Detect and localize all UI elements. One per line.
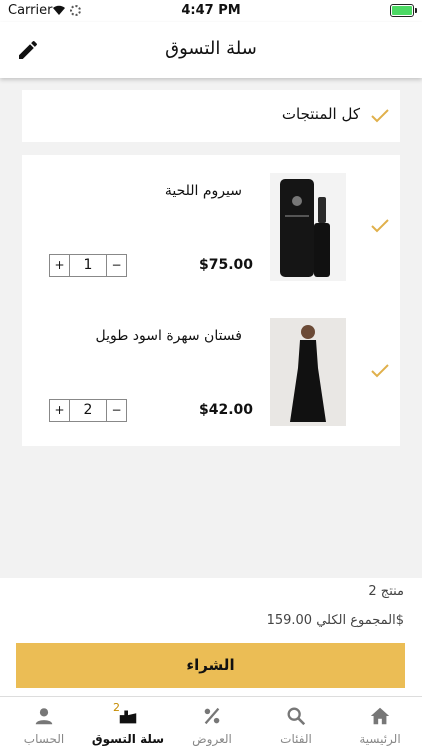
product-image-beard-serum[interactable] [270, 173, 346, 281]
select-all-row[interactable]: كل المنتجات [22, 90, 400, 142]
tab-offers[interactable]: العروض [170, 697, 254, 750]
checkout-button[interactable]: الشراء [16, 643, 405, 688]
product-image-evening-dress[interactable] [270, 318, 346, 426]
increase-quantity-button[interactable]: + [50, 255, 69, 276]
home-icon [370, 707, 390, 725]
check-icon[interactable] [370, 108, 390, 124]
decrease-quantity-button[interactable]: − [107, 400, 126, 421]
product-price: $75.00 [199, 257, 254, 273]
check-icon[interactable] [370, 218, 390, 234]
quantity-stepper: + 2 − [49, 399, 127, 422]
increase-quantity-button[interactable]: + [50, 400, 69, 421]
tab-home[interactable]: الرئيسية [338, 697, 422, 750]
tab-categories[interactable]: الفئات [254, 697, 338, 750]
page-title: سلة التسوق [165, 38, 257, 59]
status-time: 4:47 PM [181, 3, 241, 18]
cart-icon [119, 710, 137, 724]
select-all-label: كل المنتجات [281, 105, 360, 123]
cart-item: فستان سهرة اسود طويل $42.00 + 2 − [22, 300, 400, 440]
item-count: 2 منتج [368, 584, 404, 599]
decrease-quantity-button[interactable]: − [107, 255, 126, 276]
tab-bar: الرئيسية الفئات العروض 2 سلة التسوق الحس… [0, 696, 422, 750]
tab-label: الحساب [23, 732, 65, 746]
percent-icon [204, 707, 220, 725]
search-icon [287, 707, 306, 726]
total-price: المجموع الكلي 159.00$ [266, 613, 404, 628]
tab-label: العروض [192, 732, 232, 746]
tab-cart[interactable]: 2 سلة التسوق [86, 697, 170, 750]
battery-icon [390, 4, 417, 17]
status-bar: Carrier 4:47 PM [0, 0, 422, 22]
product-name: سيروم اللحية [164, 183, 242, 199]
user-icon [35, 708, 53, 725]
cart-badge: 2 [113, 701, 120, 714]
tab-label: الرئيسية [359, 732, 401, 746]
cart-item: سيروم اللحية $75.00 + 1 − [22, 155, 400, 295]
product-name: فستان سهرة اسود طويل [95, 328, 242, 344]
tab-label: الفئات [280, 732, 312, 746]
check-icon[interactable] [370, 363, 390, 379]
quantity-value: 2 [69, 400, 107, 421]
tab-account[interactable]: الحساب [2, 697, 86, 750]
tab-label: سلة التسوق [91, 732, 165, 746]
cart-items-list: سيروم اللحية $75.00 + 1 − فستان سهرة اسو… [22, 155, 400, 446]
quantity-stepper: + 1 − [49, 254, 127, 277]
cart-summary: 2 منتج المجموع الكلي 159.00$ الشراء [0, 578, 422, 696]
quantity-value: 1 [69, 255, 107, 276]
navigation-bar: سلة التسوق [0, 22, 422, 78]
product-price: $42.00 [199, 402, 254, 418]
